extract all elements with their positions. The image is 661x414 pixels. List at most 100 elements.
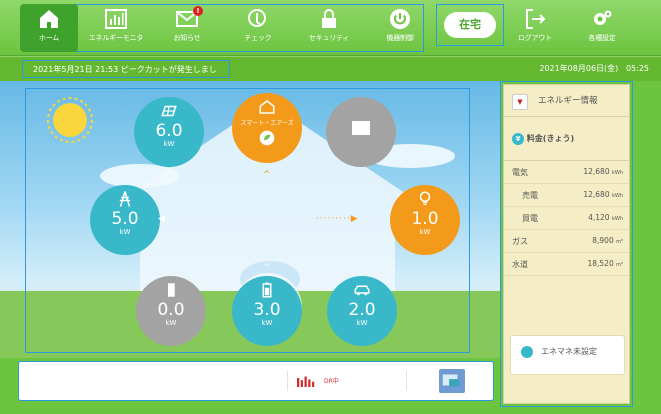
- nav-energy-monitor[interactable]: エネルギーモニタ: [87, 4, 145, 52]
- bought-value: 4,120: [588, 213, 610, 222]
- smart-airs-node[interactable]: スマート・エアーズ: [232, 93, 302, 163]
- dr-label: DR中: [324, 378, 339, 385]
- home-use-value: 1.0: [411, 209, 439, 229]
- dropdown-arrow-icon[interactable]: ▼: [512, 94, 528, 110]
- car-icon: [354, 285, 370, 296]
- fuel-cell-icon: [168, 283, 175, 297]
- nav-device-control-label: 機器制御: [386, 34, 414, 42]
- row-sold: 売電 12,680 kWh: [504, 184, 629, 207]
- info-bar: 2021年5月21日 21:53 ピークカットが発生しました。 2021年08月…: [0, 57, 661, 91]
- top-navigation: ホーム エネルギーモニタ ! お知らせ チェック セキュリティ 機器制御 在宅 …: [0, 0, 661, 56]
- notification-badge: !: [193, 6, 203, 16]
- settings-label: 各種設定: [588, 34, 616, 42]
- energy-flow-area: 6.0 kW スマート・エアーズ 5.0 kW 1.0 kW 0.0 kW 3.…: [0, 81, 500, 358]
- enemane-label: エネマネ未設定: [541, 347, 597, 356]
- status-panel: DR中: [18, 361, 494, 401]
- ev-value: 2.0: [348, 300, 376, 320]
- row-electricity: 電気 12,680 kWh: [504, 161, 629, 184]
- solar-node[interactable]: 6.0 kW: [134, 97, 204, 167]
- home-mode-button[interactable]: 在宅: [444, 12, 496, 38]
- logout-label: ログアウト: [518, 34, 552, 42]
- energy-info-header[interactable]: ▼ エネルギー情報: [504, 85, 629, 117]
- row-bought: 買電 4,120 kWh: [504, 207, 629, 230]
- fuel-cell-unit: kW: [165, 319, 177, 327]
- solar-value: 6.0: [155, 121, 183, 141]
- smart-airs-label: スマート・エアーズ: [240, 120, 294, 127]
- settings-button[interactable]: 各種設定: [573, 4, 631, 52]
- electricity-label: 電気: [512, 168, 528, 177]
- solar-unit: kW: [163, 140, 175, 148]
- nav-group-frame: [24, 4, 424, 52]
- power-icon: [390, 9, 410, 29]
- dr-icon: [297, 376, 315, 387]
- logout-button[interactable]: ログアウト: [506, 4, 564, 52]
- gear-icon: [594, 10, 612, 25]
- notice-message[interactable]: 2021年5月21日 21:53 ピークカットが発生しました。: [22, 60, 230, 91]
- nav-device-control[interactable]: 機器制御: [371, 4, 429, 52]
- home-icon: [40, 10, 58, 28]
- sold-unit: kWh: [611, 193, 623, 199]
- screen-switch-button[interactable]: [439, 369, 465, 393]
- solar-panel-icon: [161, 105, 177, 117]
- nav-home[interactable]: ホーム: [20, 4, 78, 52]
- battery-node[interactable]: 3.0 kW: [232, 276, 302, 346]
- fee-label: 料金(きょう): [526, 134, 575, 143]
- house-icon: [259, 100, 275, 114]
- arrow-hub-to-home: ·········▶: [316, 214, 359, 224]
- nav-security[interactable]: セキュリティ: [300, 4, 358, 52]
- nav-notifications[interactable]: ! お知らせ: [158, 4, 216, 52]
- grid-node[interactable]: 5.0 kW: [90, 185, 160, 255]
- grid-value: 5.0: [111, 209, 139, 229]
- bought-unit: kWh: [611, 216, 623, 222]
- enemane-setting[interactable]: エネマネ未設定: [510, 335, 625, 375]
- row-water: 水道 18,520 m³: [504, 253, 629, 276]
- sold-value: 12,680: [583, 190, 610, 199]
- electricity-unit: kWh: [611, 170, 623, 176]
- nav-home-label: ホーム: [38, 34, 60, 42]
- appliance-node[interactable]: [326, 97, 396, 167]
- lock-icon: [322, 9, 336, 28]
- energy-info-panel: ▼ エネルギー情報 ¥ 料金(きょう) 電気 12,680 kWh 売電 12,…: [503, 84, 630, 404]
- grid-unit: kW: [119, 228, 131, 236]
- nav-notifications-label: お知らせ: [173, 34, 201, 42]
- gas-value-group: 8,900 m³: [592, 236, 623, 245]
- home-use-unit: kW: [419, 228, 431, 236]
- power-tower-icon: [119, 191, 131, 207]
- bought-label: 買電: [522, 214, 538, 223]
- water-value-group: 18,520 m³: [587, 259, 623, 268]
- battery-unit: kW: [261, 319, 273, 327]
- bulb-icon: [521, 346, 533, 358]
- bought-value-group: 4,120 kWh: [588, 213, 623, 222]
- fuel-cell-node[interactable]: 0.0 kW: [136, 276, 206, 346]
- ev-node[interactable]: 2.0 kW: [327, 276, 397, 346]
- energy-info-title: エネルギー情報: [538, 96, 598, 106]
- water-label: 水道: [512, 260, 528, 269]
- nav-check[interactable]: チェック: [229, 4, 287, 52]
- current-time: 05:25: [625, 64, 649, 73]
- arrow-hub-to-grid: ◀·········: [158, 214, 201, 224]
- nav-energy-monitor-label: エネルギーモニタ: [88, 34, 144, 42]
- sold-label: 売電: [522, 191, 538, 200]
- home-use-node[interactable]: 1.0 kW: [390, 185, 460, 255]
- ev-unit: kW: [356, 319, 368, 327]
- gas-label: ガス: [512, 237, 528, 246]
- sold-value-group: 12,680 kWh: [583, 190, 623, 199]
- electricity-value-group: 12,680 kWh: [583, 167, 623, 176]
- nav-check-label: チェック: [244, 34, 272, 42]
- fuel-cell-value: 0.0: [157, 300, 185, 320]
- battery-value: 3.0: [253, 300, 281, 320]
- arrow-battery-up: ^: [263, 263, 272, 273]
- yen-icon: ¥: [512, 133, 524, 145]
- fee-header: ¥ 料金(きょう): [504, 117, 629, 161]
- electricity-value: 12,680: [583, 167, 610, 176]
- gas-value: 8,900: [592, 236, 614, 245]
- dr-indicator[interactable]: DR中: [287, 371, 407, 391]
- row-gas: ガス 8,900 m³: [504, 230, 629, 253]
- battery-icon: [262, 282, 272, 298]
- current-datetime: 2021年08月06日(金) 05:25: [539, 63, 649, 74]
- energy-monitor-icon: [105, 9, 127, 29]
- check-icon: [248, 9, 266, 27]
- leaf-icon: [259, 130, 275, 146]
- appliance-icon: [352, 121, 370, 135]
- current-date: 2021年08月06日(金): [539, 64, 619, 73]
